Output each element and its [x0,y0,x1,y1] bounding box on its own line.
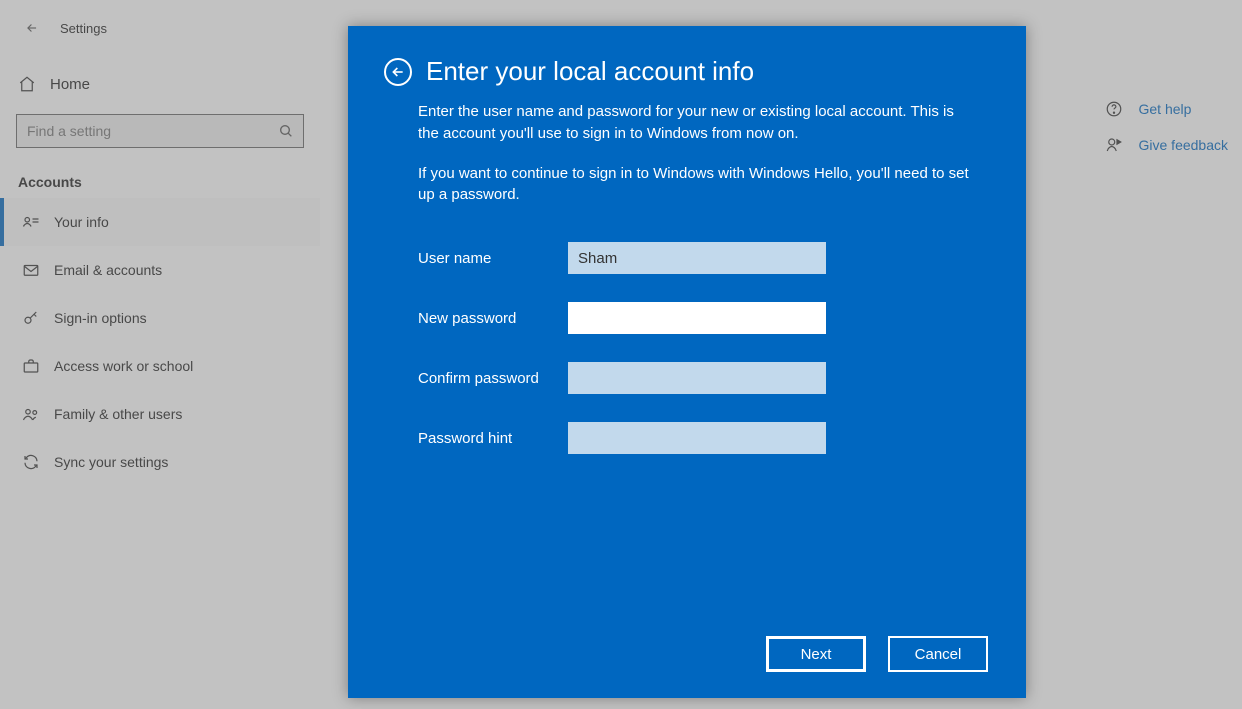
password-hint-label: Password hint [418,430,568,447]
next-button[interactable]: Next [766,636,866,672]
local-account-dialog: Enter your local account info Enter the … [348,26,1026,698]
password-hint-input[interactable] [568,422,826,454]
confirm-password-label: Confirm password [418,370,568,387]
dialog-paragraph-1: Enter the user name and password for you… [418,101,978,145]
dialog-paragraph-2: If you want to continue to sign in to Wi… [418,163,978,207]
dialog-title: Enter your local account info [426,56,754,87]
confirm-password-input[interactable] [568,362,826,394]
username-input[interactable] [568,242,826,274]
username-label: User name [418,250,568,267]
new-password-label: New password [418,310,568,327]
cancel-button[interactable]: Cancel [888,636,988,672]
new-password-input[interactable] [568,302,826,334]
dialog-back-button[interactable] [384,58,412,86]
